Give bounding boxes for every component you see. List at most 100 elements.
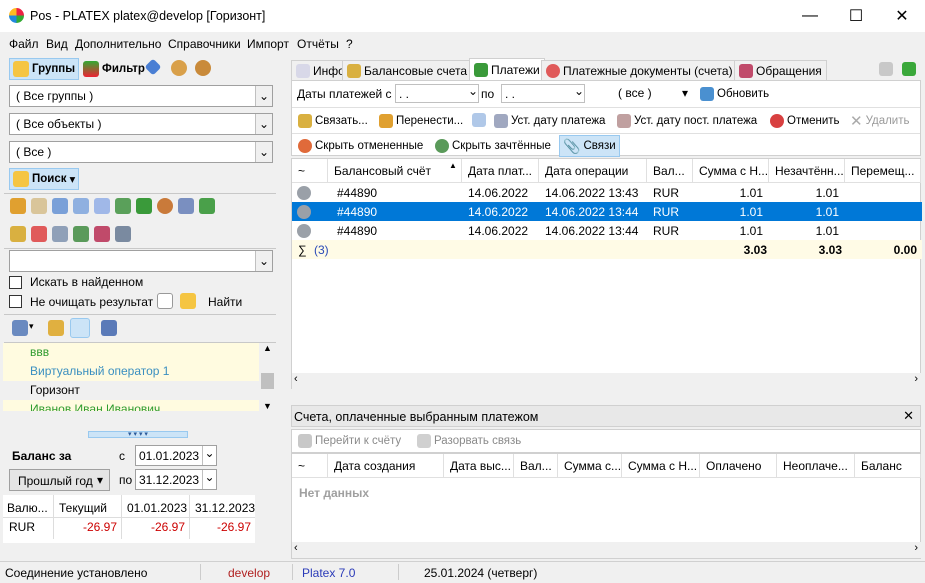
tab-balance-accounts[interactable]: Балансовые счета	[342, 60, 473, 80]
menu-extra[interactable]: Дополнительно	[75, 37, 161, 51]
close-button[interactable]: ✕	[879, 0, 925, 32]
table-icon[interactable]	[199, 198, 215, 214]
header-col-currency[interactable]: Вал...	[647, 159, 693, 183]
groups-button[interactable]: Группы	[9, 58, 80, 80]
objects-combo[interactable]: ( Все объекты ) ⌄	[9, 113, 273, 135]
list-item[interactable]: Горизонт	[3, 381, 275, 400]
scroll-thumb[interactable]	[261, 373, 274, 389]
header-col-operation-date[interactable]: Дата операции	[539, 159, 647, 183]
documents-icon[interactable]	[73, 198, 89, 214]
tree-view-icon[interactable]	[101, 320, 117, 336]
tab-scroll-right-icon[interactable]	[902, 62, 916, 76]
payment-date-from[interactable]: . . ⌄	[395, 84, 479, 103]
user-icon[interactable]	[171, 60, 187, 76]
tab-payment-documents[interactable]: Платежные документы (счета)	[541, 60, 738, 80]
search-in-found-checkbox[interactable]	[9, 276, 22, 289]
header-col-moved[interactable]: Перемещ...	[845, 159, 921, 183]
menu-file[interactable]: Файл	[9, 37, 39, 51]
break-link-button[interactable]: Разорвать связь	[414, 430, 524, 452]
user-settings-icon[interactable]	[195, 60, 211, 76]
tree-icon[interactable]	[115, 198, 131, 214]
database-icon[interactable]	[115, 226, 131, 242]
date-from-field[interactable]: 01.01.2023 ⌄	[135, 445, 217, 466]
maximize-button[interactable]: ☐	[833, 0, 879, 32]
invoice-header-col-sum[interactable]: Сумма с...	[558, 454, 622, 478]
close-panel-icon[interactable]: ✕	[903, 408, 914, 424]
hand-pressed-icon[interactable]	[70, 318, 90, 338]
list-icon[interactable]	[94, 198, 110, 214]
scroll-up-icon[interactable]: ▲	[259, 343, 276, 357]
list-item[interactable]: Иванов Иван Иванович	[3, 400, 275, 411]
search-combo[interactable]: ⌄	[9, 250, 273, 272]
payment-row[interactable]: #44890 14.06.2022 14.06.2022 13:43 RUR 1.01 1…	[292, 183, 922, 202]
splitter-handle[interactable]: ▾ ▾ ▾ ▾	[88, 431, 188, 438]
tab-info[interactable]: Инфо	[291, 60, 350, 80]
period-combo[interactable]: Прошлый год ▾	[9, 469, 110, 491]
find-icon[interactable]	[180, 293, 196, 309]
header-col-uncredited[interactable]: Незачтённ...	[769, 159, 845, 183]
menu-reports[interactable]: Отчёты	[297, 37, 339, 51]
set-post-date-button[interactable]: Уст. дату пост. платежа	[614, 110, 760, 132]
invoices-hscrollbar[interactable]: ‹ ›	[292, 542, 922, 558]
scroll-right-icon[interactable]: ›	[914, 373, 918, 385]
invoice-header-col-sum-vat[interactable]: Сумма с Н...	[622, 454, 700, 478]
hide-cancelled-button[interactable]: Скрыть отмененные	[295, 135, 426, 157]
scroll-down-icon[interactable]: ▼	[259, 401, 276, 411]
move-button[interactable]: Перенести...	[376, 110, 466, 132]
calendar-icon[interactable]	[31, 198, 47, 214]
coins-icon[interactable]	[52, 226, 68, 242]
goto-account-button[interactable]: Перейти к счёту	[295, 430, 404, 452]
menu-references[interactable]: Справочники	[168, 37, 241, 51]
person-icon[interactable]	[157, 198, 173, 214]
filter-button[interactable]: Фильтр	[80, 58, 148, 80]
minimize-button[interactable]: —	[787, 0, 833, 32]
groups-combo[interactable]: ( Все группы ) ⌄	[9, 85, 273, 107]
invoice-header-col-issued[interactable]: Дата выс...	[444, 454, 514, 478]
invoice-header-col-unpaid[interactable]: Неоплаче...	[777, 454, 855, 478]
tag-icon[interactable]	[178, 198, 194, 214]
chevron-down-icon[interactable]: ⌄	[202, 446, 216, 465]
invoice-header-col-paid[interactable]: Оплачено	[700, 454, 777, 478]
tab-payments[interactable]: Платежи	[469, 58, 545, 80]
refresh-button[interactable]: Обновить	[697, 83, 772, 105]
balance-icon[interactable]	[10, 226, 26, 242]
hand-icon[interactable]	[48, 320, 64, 336]
dont-clear-checkbox[interactable]	[9, 295, 22, 308]
hide-credited-button[interactable]: Скрыть зачтённые	[432, 135, 554, 157]
header-col-indicator[interactable]: ~	[292, 159, 328, 183]
document-search-icon[interactable]	[472, 113, 486, 127]
cancel-payment-button[interactable]: Отменить	[767, 110, 843, 132]
card-icon[interactable]	[52, 198, 68, 214]
menu-view[interactable]: Вид	[46, 37, 68, 51]
header-col-balance-account[interactable]: Балансовый счёт	[328, 159, 462, 183]
payment-row[interactable]: #44890 14.06.2022 14.06.2022 13:44 RUR 1.01 1…	[292, 202, 922, 221]
link-button[interactable]: Связать...	[295, 110, 371, 132]
invoice-header-col-currency[interactable]: Вал...	[514, 454, 558, 478]
cancel-doc-icon[interactable]	[31, 226, 47, 242]
date-to-field[interactable]: 31.12.2023 ⌄	[135, 469, 217, 490]
search-button[interactable]: Поиск ▾	[9, 168, 80, 190]
payment-type-combo[interactable]: ( все ) ▾	[615, 84, 690, 103]
list-item[interactable]: ввв	[3, 343, 275, 362]
find-label[interactable]: Найти	[208, 295, 242, 309]
all-combo[interactable]: ( Все ) ⌄	[9, 141, 273, 163]
invoice-header-col-created[interactable]: Дата создания	[328, 454, 444, 478]
clear-icon[interactable]	[157, 293, 173, 309]
payment-date-to[interactable]: . . ⌄	[501, 84, 585, 103]
scroll-left-icon[interactable]: ‹	[294, 373, 298, 385]
header-col-payment-date[interactable]: Дата плат...	[462, 159, 539, 183]
menu-help[interactable]: ?	[346, 37, 353, 51]
list-scrollbar[interactable]: ▲ ▼	[259, 343, 276, 411]
delete-button[interactable]: ✕ Удалить	[847, 110, 912, 132]
list-item[interactable]: Виртуальный оператор 1	[3, 362, 275, 381]
menu-import[interactable]: Импорт	[247, 37, 289, 51]
header-col-sum-vat[interactable]: Сумма с Н...	[693, 159, 769, 183]
users-icon[interactable]	[10, 198, 26, 214]
invoice-header-col-indicator[interactable]: ~	[292, 454, 328, 478]
payments-hscrollbar[interactable]: ‹ ›	[292, 373, 922, 389]
scroll-left-icon[interactable]: ‹	[294, 542, 298, 554]
set-pay-date-button[interactable]: Уст. дату платежа	[491, 110, 608, 132]
payment-row[interactable]: #44890 14.06.2022 14.06.2022 13:44 RUR 1.01 1…	[292, 221, 922, 240]
links-button[interactable]: 📎 Связи	[559, 135, 620, 157]
money-icon[interactable]	[73, 226, 89, 242]
